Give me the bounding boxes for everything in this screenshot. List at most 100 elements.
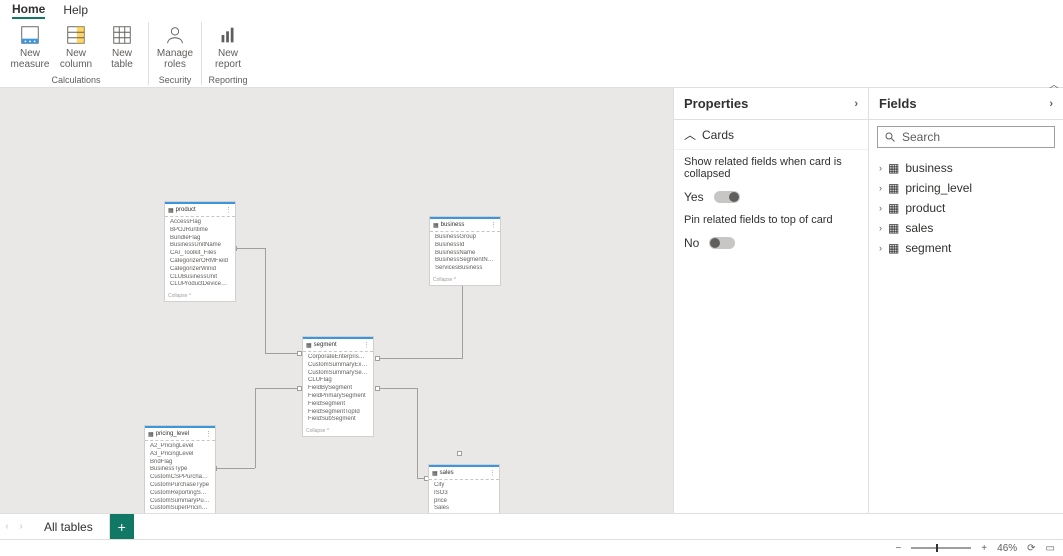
card-fields: A2_PricingLevelA3_PricingLevelBridFlagBu… xyxy=(145,441,215,513)
menu-home[interactable]: Home xyxy=(12,2,45,19)
card-menu-icon[interactable]: ⋮ xyxy=(225,206,232,214)
tab-nav-prev[interactable]: ‹ xyxy=(0,521,14,532)
field-table-segment[interactable]: ›▦segment xyxy=(875,238,1057,258)
zoom-slider[interactable] xyxy=(911,547,971,549)
fit-to-screen-icon[interactable]: ⟳ xyxy=(1027,543,1035,554)
chevron-right-icon[interactable]: › xyxy=(1049,98,1053,110)
ribbon-group-security: Security xyxy=(159,73,192,85)
field-item: CustomSummarySegment xyxy=(306,370,370,378)
field-item: CustomCSPPurchaseType xyxy=(148,474,212,482)
model-canvas[interactable]: ▦product⋮ AccessFlagBPOJRuntimeBundleFla… xyxy=(0,88,673,513)
ribbon-group-calculations: Calculations xyxy=(51,73,100,85)
field-item: CAI_Toolkit_Files xyxy=(168,250,232,258)
table-card-business[interactable]: ▦business⋮ BusinessGroupBusinessIdBusine… xyxy=(429,216,501,286)
field-item: FieldSubSegment xyxy=(306,416,370,424)
field-table-pricing_level[interactable]: ›▦pricing_level xyxy=(875,178,1057,198)
card-menu-icon[interactable]: ⋮ xyxy=(489,469,496,477)
status-bar: − + 46% ⟳ ▭ xyxy=(0,539,1063,556)
card-menu-icon[interactable]: ⋮ xyxy=(205,430,212,438)
add-tab-button[interactable]: + xyxy=(110,514,134,539)
table-icon: ▦ xyxy=(433,222,439,229)
related-fields-label: Show related fields when card is collaps… xyxy=(674,150,868,186)
field-table-sales[interactable]: ›▦sales xyxy=(875,218,1057,238)
field-item: BusinessId xyxy=(433,242,497,250)
related-fields-value: Yes xyxy=(684,190,704,204)
field-item: CLUProductDevicesAndServices xyxy=(168,281,232,289)
chevron-right-icon: › xyxy=(879,223,882,233)
field-item: FieldBySegment xyxy=(306,385,370,393)
field-item: CLUFlag xyxy=(306,377,370,385)
chevron-right-icon[interactable]: › xyxy=(854,98,858,110)
card-fields: CityISO3priceSalestime xyxy=(429,480,499,513)
table-icon: ▦ xyxy=(168,207,174,214)
tab-nav-next[interactable]: › xyxy=(14,521,28,532)
table-icon: ▦ xyxy=(888,241,899,255)
field-item: BridFlag xyxy=(148,459,212,467)
menu-help[interactable]: Help xyxy=(63,3,88,17)
zoom-level: 46% xyxy=(997,543,1017,554)
card-collapse[interactable]: Collapse ^ xyxy=(430,275,500,285)
field-item: CategorizerORMField xyxy=(168,258,232,266)
card-fields: BusinessGroupBusinessIdBusinessNameBusin… xyxy=(430,232,500,275)
field-item: price xyxy=(432,498,496,506)
pin-fields-toggle[interactable] xyxy=(709,237,735,249)
field-item: CorporateEnterpriseFlag xyxy=(306,354,370,362)
field-item: CustomSuperPricingLevel xyxy=(148,505,212,513)
table-icon: ▦ xyxy=(148,431,154,438)
field-item: BusinessName xyxy=(433,250,497,258)
table-card-product[interactable]: ▦product⋮ AccessFlagBPOJRuntimeBundleFla… xyxy=(164,201,236,302)
search-input[interactable]: Search xyxy=(877,126,1055,148)
field-item: FieldSegment xyxy=(306,401,370,409)
cards-section-header[interactable]: ︿Cards xyxy=(674,120,868,150)
field-table-product[interactable]: ›▦product xyxy=(875,198,1057,218)
tab-bar: ‹ › All tables + xyxy=(0,513,1063,539)
table-icon: ▦ xyxy=(888,221,899,235)
new-report-button[interactable]: New report xyxy=(208,22,248,70)
field-item: CustomSummaryPurchaseType xyxy=(148,498,212,506)
table-card-pricing-level[interactable]: ▦pricing_level⋮ A2_PricingLevelA3_Pricin… xyxy=(144,425,216,513)
field-table-business[interactable]: ›▦business xyxy=(875,158,1057,178)
fields-list: ›▦business›▦pricing_level›▦product›▦sale… xyxy=(869,154,1063,262)
new-measure-button[interactable]: New measure xyxy=(10,22,50,70)
field-item: A3_PricingLevel xyxy=(148,451,212,459)
table-card-sales[interactable]: ▦sales⋮ CityISO3priceSalestime Collapse … xyxy=(428,464,500,513)
field-item: BusinessSegmentName xyxy=(433,257,497,265)
field-item: CustomSummaryExecId xyxy=(306,362,370,370)
card-collapse[interactable]: Collapse ^ xyxy=(303,426,373,436)
table-icon: ▦ xyxy=(888,201,899,215)
field-item: BusinessUnitName xyxy=(168,242,232,250)
field-item: A2_PricingLevel xyxy=(148,443,212,451)
card-collapse[interactable]: Collapse ^ xyxy=(165,291,235,301)
field-item: Sales xyxy=(432,505,496,513)
new-table-button[interactable]: New table xyxy=(102,22,142,70)
field-item: ServicesBusiness xyxy=(433,265,497,273)
field-item: FieldPrimarySegment xyxy=(306,393,370,401)
search-icon xyxy=(884,131,896,143)
field-item: CustomReportingSummaryPurc... xyxy=(148,490,212,498)
card-menu-icon[interactable]: ⋮ xyxy=(490,221,497,229)
zoom-out-button[interactable]: − xyxy=(895,543,901,554)
pin-fields-value: No xyxy=(684,236,699,250)
card-fields: AccessFlagBPOJRuntimeBundleFlagBusinessU… xyxy=(165,217,235,291)
pin-fields-label: Pin related fields to top of card xyxy=(674,208,868,232)
related-fields-toggle[interactable] xyxy=(714,191,740,203)
field-item: BusinessGroup xyxy=(433,234,497,242)
table-card-segment[interactable]: ▦segment⋮ CorporateEnterpriseFlagCustomS… xyxy=(302,336,374,437)
table-icon: ▦ xyxy=(306,342,312,349)
chevron-right-icon: › xyxy=(879,163,882,173)
card-menu-icon[interactable]: ⋮ xyxy=(363,341,370,349)
manage-roles-button[interactable]: Manage roles xyxy=(155,22,195,70)
field-item: BundleFlag xyxy=(168,235,232,243)
chevron-right-icon: › xyxy=(879,243,882,253)
table-icon: ▦ xyxy=(888,161,899,175)
new-column-button[interactable]: New column xyxy=(56,22,96,70)
field-item: BPOJRuntime xyxy=(168,227,232,235)
zoom-in-button[interactable]: + xyxy=(981,543,987,554)
fields-title: Fields xyxy=(879,96,917,111)
properties-panel: Properties› ︿Cards Show related fields w… xyxy=(673,88,868,513)
fullscreen-icon[interactable]: ▭ xyxy=(1046,543,1055,554)
field-item: CustomPurchaseType xyxy=(148,482,212,490)
tab-all-tables[interactable]: All tables xyxy=(28,514,110,539)
table-icon: ▦ xyxy=(888,181,899,195)
chevron-right-icon: › xyxy=(879,203,882,213)
